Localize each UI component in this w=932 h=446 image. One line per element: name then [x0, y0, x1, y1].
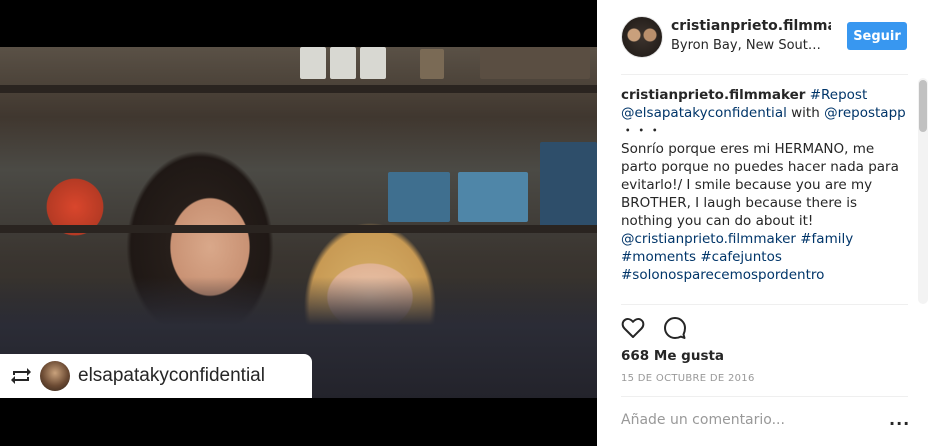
shelf-decor	[420, 49, 444, 79]
comment-divider	[621, 396, 908, 397]
caption-author[interactable]: cristianprieto.filmmaker	[621, 87, 805, 103]
hashtag-link[interactable]: #Repost	[810, 87, 868, 103]
scrollbar-thumb[interactable]	[919, 80, 927, 132]
mention-link[interactable]: @elsapatakyconfidential	[621, 105, 787, 121]
repost-username: elsapatakyconfidential	[78, 365, 265, 386]
heart-icon[interactable]	[619, 314, 647, 342]
shelf-decor	[0, 225, 597, 233]
shelf-decor	[540, 142, 597, 227]
header-username[interactable]: cristianprieto.filmmake	[671, 18, 831, 34]
mention-link[interactable]: @repostapp	[824, 105, 906, 121]
hashtag-link[interactable]: #moments	[621, 249, 696, 265]
follow-button[interactable]: Seguir	[847, 22, 907, 50]
post-media[interactable]: elsapatakyconfidential	[0, 0, 597, 446]
hashtag-link[interactable]: #family	[800, 231, 853, 247]
repost-badge: elsapatakyconfidential	[0, 354, 312, 398]
more-options-icon[interactable]: ...	[889, 410, 910, 429]
action-bar	[619, 314, 689, 342]
hashtag-link[interactable]: #solonosparecemospordentro	[621, 267, 824, 283]
caption-divider	[621, 304, 908, 305]
mention-link[interactable]: @cristianprieto.filmmaker	[621, 231, 796, 247]
like-count[interactable]: 668 Me gusta	[621, 348, 724, 364]
caption-separator: ・・・	[621, 123, 662, 139]
hashtag-link[interactable]: #cafejuntos	[700, 249, 782, 265]
comment-icon[interactable]	[661, 314, 689, 342]
repost-icon	[6, 361, 36, 391]
shelf-decor	[0, 85, 597, 93]
shelf-decor	[480, 47, 590, 79]
repost-avatar	[40, 361, 70, 391]
shelf-decor	[388, 172, 450, 222]
shelf-decor	[360, 47, 386, 79]
header-location[interactable]: Byron Bay, New Sout…	[671, 38, 821, 53]
avatar[interactable]	[621, 16, 663, 58]
shelf-decor	[458, 172, 528, 222]
header-divider	[621, 74, 908, 75]
comment-input[interactable]: Añade un comentario...	[621, 412, 785, 428]
shelf-decor	[300, 47, 326, 79]
caption: cristianprieto.filmmaker #Repost @elsapa…	[621, 86, 911, 304]
post-header: cristianprieto.filmmake Byron Bay, New S…	[597, 0, 932, 74]
caption-text: with	[791, 105, 820, 121]
post-date[interactable]: 15 DE OCTUBRE DE 2016	[621, 373, 755, 384]
post-photo[interactable]	[0, 47, 597, 398]
post-sidebar: cristianprieto.filmmake Byron Bay, New S…	[597, 0, 932, 446]
shelf-decor	[330, 47, 356, 79]
caption-scrollbar[interactable]	[918, 78, 928, 304]
caption-body: Sonrío porque eres mi HERMANO, me parto …	[621, 141, 899, 229]
